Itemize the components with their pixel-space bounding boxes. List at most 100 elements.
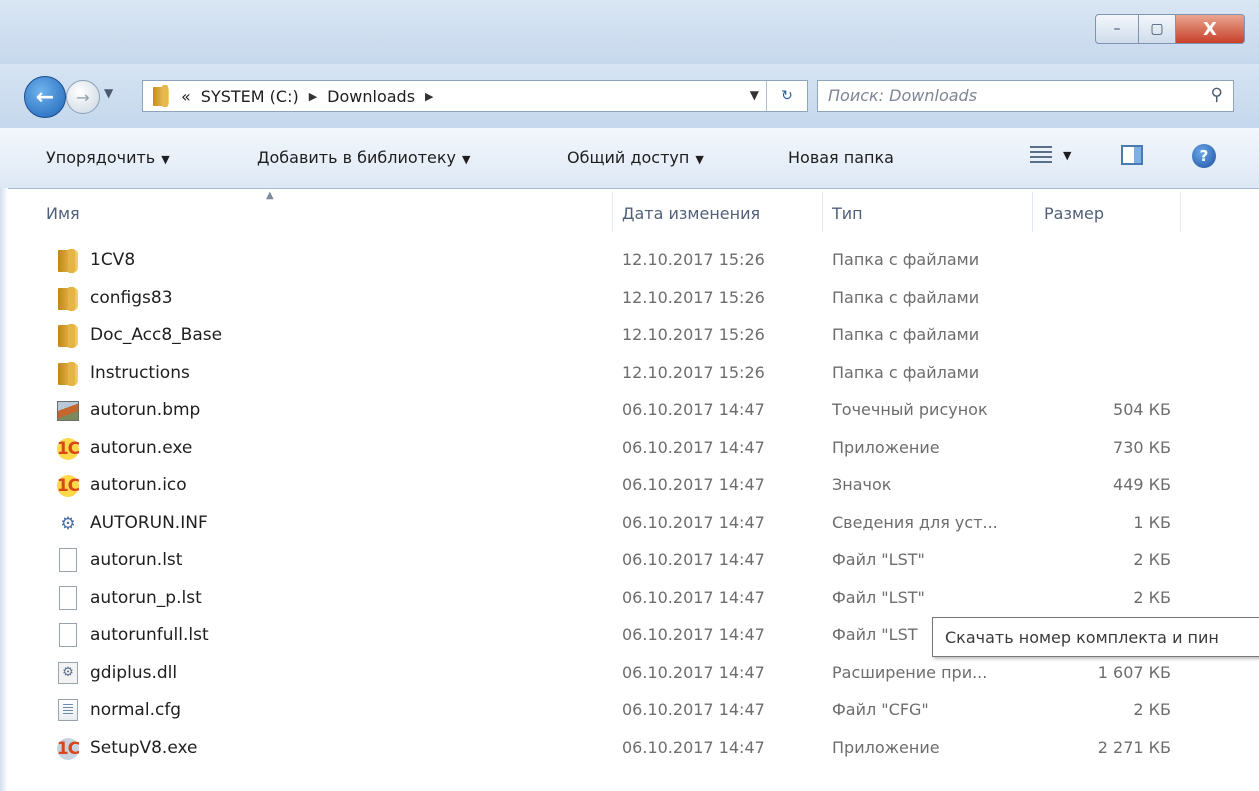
share-button[interactable]: Общий доступ ▼ — [567, 148, 704, 167]
address-bar[interactable]: « SYSTEM (C:) ▶ Downloads ▶ ▼ ↻ — [142, 80, 808, 112]
maximize-button[interactable]: ▢ — [1139, 14, 1176, 44]
file-date: 06.10.2017 14:47 — [622, 700, 765, 719]
file-name: AUTORUN.INF — [90, 512, 208, 533]
folder-icon — [56, 249, 80, 273]
folder-icon — [153, 85, 171, 107]
column-divider[interactable] — [612, 192, 613, 232]
help-icon[interactable]: ? — [1192, 144, 1216, 168]
file-type: Папка с файлами — [832, 325, 980, 344]
add-to-library-label: Добавить в библиотеку — [257, 148, 456, 167]
file-row[interactable]: ⚙ AUTORUN.INF 06.10.2017 14:47 Сведения для… — [0, 505, 1259, 543]
file-row[interactable]: autorun.lst 06.10.2017 14:47 Файл "LST" 2 К… — [0, 542, 1259, 580]
file-type: Приложение — [832, 437, 940, 457]
file-date: 06.10.2017 14:47 — [622, 625, 765, 644]
column-divider[interactable] — [1032, 192, 1033, 232]
breadcrumb-separator-icon[interactable]: ▶ — [425, 90, 433, 103]
file-size: 449 КБ — [1113, 475, 1171, 494]
address-history-dropdown[interactable]: ▼ — [750, 88, 759, 102]
file-date: 12.10.2017 15:26 — [622, 362, 765, 382]
file-size: 2 КБ — [1133, 700, 1171, 719]
file-date: 06.10.2017 14:47 — [622, 662, 765, 682]
file-row[interactable]: 1C autorun.exe 06.10.2017 14:47 Приложение 7… — [0, 430, 1259, 468]
file-type: Файл "CFG" — [832, 700, 929, 719]
file-row[interactable]: 1CV8 12.10.2017 15:26 Папка с файлами — [0, 242, 1259, 280]
file-name: autorunfull.lst — [90, 625, 209, 645]
1c-app-icon: 1C — [56, 475, 80, 497]
config-file-icon — [58, 699, 78, 721]
file-name: normal.cfg — [90, 700, 182, 720]
file-list: 1CV8 12.10.2017 15:26 Папка с файлами confi… — [0, 242, 1259, 767]
command-bar: Упорядочить ▼ Добавить в библиотеку ▼ Общи… — [0, 128, 1259, 189]
close-button[interactable]: X — [1176, 14, 1245, 44]
folder-icon — [56, 324, 80, 348]
breadcrumb-overflow[interactable]: « — [181, 87, 191, 106]
forward-button[interactable]: → — [66, 80, 100, 114]
tooltip: Скачать номер комплекта и пин — [932, 617, 1259, 657]
file-name: autorun.lst — [90, 550, 183, 570]
column-header-size[interactable]: Размер — [1044, 204, 1104, 223]
folder-icon — [56, 361, 80, 386]
file-size: 730 КБ — [1113, 437, 1171, 457]
file-size: 1 607 КБ — [1097, 662, 1171, 682]
breadcrumb-separator-icon[interactable]: ▶ — [309, 90, 317, 103]
add-to-library-button[interactable]: Добавить в библиотеку ▼ — [257, 148, 470, 167]
file-row[interactable]: Instructions 12.10.2017 15:26 Папка с файл… — [0, 355, 1259, 393]
refresh-button[interactable]: ↻ — [766, 81, 807, 111]
search-input[interactable]: Поиск: Downloads ⚲ — [817, 80, 1234, 112]
file-date: 06.10.2017 14:47 — [622, 512, 765, 532]
1c-app-icon: 1C — [56, 437, 80, 460]
new-folder-button[interactable]: Новая папка — [788, 148, 894, 167]
file-row[interactable]: configs83 12.10.2017 15:26 Папка с файлами — [0, 280, 1259, 318]
file-type: Сведения для уст... — [832, 512, 998, 532]
title-bar: – ▢ X — [0, 0, 1259, 64]
file-date: 06.10.2017 14:47 — [622, 437, 765, 457]
recent-locations-dropdown[interactable]: ▼ — [104, 86, 113, 100]
refresh-icon: ↻ — [781, 88, 793, 104]
chevron-down-icon: ▼ — [749, 88, 759, 102]
file-type: Файл "LST" — [832, 587, 925, 607]
column-divider[interactable] — [822, 192, 823, 232]
minimize-button[interactable]: – — [1095, 14, 1139, 44]
setup-info-icon: ⚙ — [60, 513, 76, 534]
file-name: autorun.exe — [90, 437, 193, 458]
breadcrumb-downloads[interactable]: Downloads — [327, 87, 415, 106]
file-size: 1 КБ — [1133, 512, 1171, 532]
search-placeholder: Поиск: Downloads — [828, 86, 978, 105]
file-date: 06.10.2017 14:47 — [622, 587, 765, 607]
sort-ascending-icon: ▲ — [266, 190, 274, 201]
file-row[interactable]: autorun_p.lst 06.10.2017 14:47 Файл "LST" 2… — [0, 580, 1259, 618]
file-size: 2 КБ — [1133, 587, 1171, 607]
share-label: Общий доступ — [567, 148, 690, 167]
file-date: 06.10.2017 14:47 — [622, 550, 765, 569]
file-row[interactable]: ⚙ gdiplus.dll 06.10.2017 14:47 Расширение п… — [0, 655, 1259, 693]
column-header-name[interactable]: Имя — [46, 204, 80, 223]
file-row[interactable]: 1C SetupV8.exe 06.10.2017 14:47 Приложение 2… — [0, 730, 1259, 768]
file-type: Папка с файлами — [832, 362, 980, 382]
column-header-type[interactable]: Тип — [832, 204, 863, 223]
file-type: Файл "LST" — [832, 550, 925, 569]
search-icon[interactable]: ⚲ — [1211, 85, 1223, 105]
view-options-dropdown[interactable]: ▼ — [1063, 149, 1071, 162]
file-row[interactable]: 1C autorun.ico 06.10.2017 14:47 Значок 449 К… — [0, 467, 1259, 505]
back-button[interactable]: ← — [24, 76, 66, 118]
view-options-icon[interactable] — [1030, 146, 1052, 166]
preview-pane-icon[interactable] — [1121, 145, 1143, 165]
file-date: 12.10.2017 15:26 — [622, 250, 765, 269]
file-name: Instructions — [90, 362, 190, 383]
column-header-date[interactable]: Дата изменения — [622, 204, 760, 223]
file-date: 12.10.2017 15:26 — [622, 325, 765, 344]
file-row[interactable]: normal.cfg 06.10.2017 14:47 Файл "CFG" 2 КБ — [0, 692, 1259, 730]
1c-setup-icon: 1C — [56, 737, 80, 760]
file-row[interactable]: autorun.bmp 06.10.2017 14:47 Точечный рису… — [0, 392, 1259, 430]
file-type: Папка с файлами — [832, 250, 980, 269]
file-date: 06.10.2017 14:47 — [622, 737, 765, 757]
breadcrumb-system-drive[interactable]: SYSTEM (C:) — [201, 87, 299, 106]
forward-arrow-icon: → — [76, 87, 90, 107]
organize-label: Упорядочить — [46, 148, 156, 167]
document-icon — [59, 623, 77, 647]
document-icon — [59, 548, 77, 572]
column-divider[interactable] — [1180, 192, 1181, 232]
file-row[interactable]: Doc_Acc8_Base 12.10.2017 15:26 Папка с фай… — [0, 317, 1259, 355]
file-type: Точечный рисунок — [832, 400, 988, 419]
organize-button[interactable]: Упорядочить ▼ — [46, 148, 170, 167]
